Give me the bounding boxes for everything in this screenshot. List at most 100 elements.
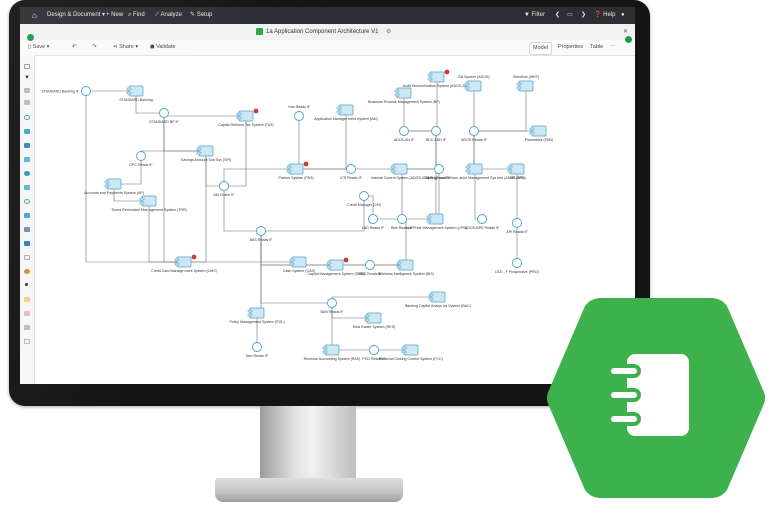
warning-icon[interactable]	[343, 257, 349, 263]
menu-filter[interactable]: ▼ Filter	[524, 7, 545, 24]
tab-model[interactable]: Model	[529, 42, 552, 55]
component-node[interactable]: Lost Pride Management System (LPS)	[405, 213, 467, 230]
interface-node[interactable]: AM Online IF	[214, 181, 236, 198]
component-node[interactable]: Plannables (FND)	[525, 125, 554, 142]
device-shape-icon[interactable]	[24, 241, 30, 246]
interface-node[interactable]: Non Reads IF	[246, 342, 269, 359]
component-node[interactable]: Internal Control System (ADOS-ICS)	[371, 163, 429, 180]
connector-tool-icon[interactable]	[24, 88, 30, 93]
component-node[interactable]: Capital Reforms Tax System (TAX)	[218, 110, 274, 127]
interface-node[interactable]: LBD Reads IF	[362, 214, 385, 231]
user-icon[interactable]: ●	[621, 7, 625, 24]
menu-analyze[interactable]: ⟋ Analyze	[155, 7, 182, 24]
note-shape-icon[interactable]	[24, 297, 30, 302]
connector-line[interactable]	[163, 113, 184, 263]
connector-line[interactable]	[163, 113, 206, 152]
interface-node[interactable]: ADOS-BPE Reads IF	[465, 214, 500, 231]
tab-table[interactable]: Table	[587, 42, 606, 53]
service-shape-icon[interactable]	[24, 157, 30, 162]
interface-node[interactable]: Yost Reads IF	[288, 105, 311, 121]
menu-new[interactable]: + New	[106, 7, 123, 24]
component-node[interactable]: STANDARD Banking	[119, 85, 153, 102]
interface-node[interactable]: STANDARD Banking IF	[41, 86, 91, 96]
component-node[interactable]: Accounts and Payments System (AP)	[84, 178, 144, 195]
location-shape-icon[interactable]	[24, 269, 30, 274]
menu-setup[interactable]: ✎ Setup	[190, 7, 212, 24]
gear-icon[interactable]: ⚙	[386, 24, 391, 40]
interface-node[interactable]: DPC Reads IF	[129, 151, 153, 168]
node-shape-icon[interactable]	[24, 227, 30, 232]
folder-shape-icon[interactable]	[24, 325, 30, 330]
component-node[interactable]: Real Estate System (RES)	[353, 312, 395, 329]
component-node[interactable]: Workflow (WKF)	[513, 75, 539, 92]
component-node[interactable]: Savings Account Sub Sys (SPI)	[181, 145, 231, 162]
menu-help[interactable]: ❓ Help	[594, 7, 616, 24]
component-node[interactable]: Business Process Management System (BP)	[368, 87, 440, 104]
connector-line[interactable]	[400, 131, 437, 170]
interface-node[interactable]: APH Reads IF	[428, 164, 452, 181]
connector-line[interactable]	[140, 150, 206, 156]
more-icon[interactable]: ⋯	[610, 40, 616, 55]
component-node[interactable]: Tiered Receivable Man agement System (TR…	[111, 195, 187, 212]
tab-properties[interactable]: Properties	[555, 42, 586, 53]
component-node[interactable]: Business Intelligence System (BIS)	[378, 259, 434, 276]
collapse-right-icon[interactable]	[625, 36, 632, 43]
component-node[interactable]: Application Manager ment System (AM)	[314, 104, 378, 121]
junction-shape-icon[interactable]	[25, 283, 28, 286]
component-node[interactable]: Revenue Accounting System (RAS)	[304, 344, 361, 361]
event-shape-icon[interactable]	[24, 171, 30, 176]
connector-line[interactable]	[261, 196, 365, 232]
menu-design[interactable]: Design & Document ▾	[47, 7, 105, 24]
interface-node[interactable]: ADOS-AU IF	[394, 126, 415, 143]
collapse-left-icon[interactable]	[27, 34, 34, 41]
home-icon[interactable]: ⌂	[32, 7, 37, 24]
connector-line[interactable]	[163, 113, 246, 117]
warning-icon[interactable]	[444, 69, 450, 75]
share-button[interactable]: ⋖ Share ▾	[113, 40, 138, 55]
component-shape-icon[interactable]	[24, 129, 30, 134]
function-shape-icon[interactable]	[24, 143, 30, 148]
connector-line[interactable]	[296, 116, 300, 170]
interface-node[interactable]: DLD - F Prospective (PRO)	[495, 258, 539, 275]
connector-line[interactable]	[331, 296, 438, 303]
component-node[interactable]: BA System (ADOS)	[458, 75, 490, 92]
interface-node[interactable]: BAS Reads IF	[250, 226, 274, 243]
filter-tool-icon[interactable]: ▼	[24, 75, 30, 81]
forward-icon[interactable]: ❯	[581, 7, 586, 24]
connector-line[interactable]	[85, 91, 184, 263]
connector-line[interactable]	[257, 231, 262, 314]
actor-shape-icon[interactable]	[24, 213, 30, 218]
component-node[interactable]: API (API)	[507, 163, 524, 180]
validate-button[interactable]: ◼ Validate	[150, 40, 176, 55]
select-tool-icon[interactable]	[24, 64, 30, 69]
save-button[interactable]: ▯ Save ▾	[28, 40, 49, 55]
component-node[interactable]: Partner System (PAS)	[278, 163, 314, 180]
component-node[interactable]: Policy Management System (POL)	[229, 307, 285, 324]
interface-node[interactable]: ADOS Reads IF	[461, 126, 488, 143]
warning-icon[interactable]	[253, 108, 259, 114]
warning-icon[interactable]	[191, 254, 197, 260]
group-shape-icon[interactable]	[24, 255, 30, 260]
interface-node[interactable]: BDC ADD IF	[426, 126, 447, 143]
warning-icon[interactable]	[303, 161, 309, 167]
interface-node[interactable]: API Reads IF	[506, 218, 528, 235]
component-node[interactable]: Banking Capital Analys ics System (BAC)	[405, 291, 471, 308]
interface-node[interactable]: BAN Reads IF	[321, 298, 345, 315]
back-icon[interactable]: ❮	[555, 7, 560, 24]
role-shape-icon[interactable]	[24, 199, 30, 204]
connector-line[interactable]	[403, 93, 436, 132]
deliverable-shape-icon[interactable]	[24, 311, 30, 316]
line-tool-icon[interactable]	[24, 100, 30, 105]
process-shape-icon[interactable]	[24, 185, 30, 190]
menu-find[interactable]: ⌕ Find	[128, 7, 145, 24]
interface-node[interactable]: Credit Manager (CM)	[347, 191, 381, 208]
component-node[interactable]: Capital Management System (SMS)	[307, 259, 365, 276]
interface-shape-icon[interactable]	[24, 115, 30, 120]
connector-line[interactable]	[474, 86, 527, 132]
component-node[interactable]: Financial Closing Control System (FCC)	[379, 344, 443, 361]
document-title[interactable]: 1a Application Component Architecture V1	[266, 24, 378, 40]
frame-shape-icon[interactable]	[24, 339, 30, 344]
redo-icon[interactable]: ↷	[92, 40, 97, 55]
connector-line[interactable]	[473, 131, 517, 170]
undo-icon[interactable]: ↶	[72, 40, 77, 55]
